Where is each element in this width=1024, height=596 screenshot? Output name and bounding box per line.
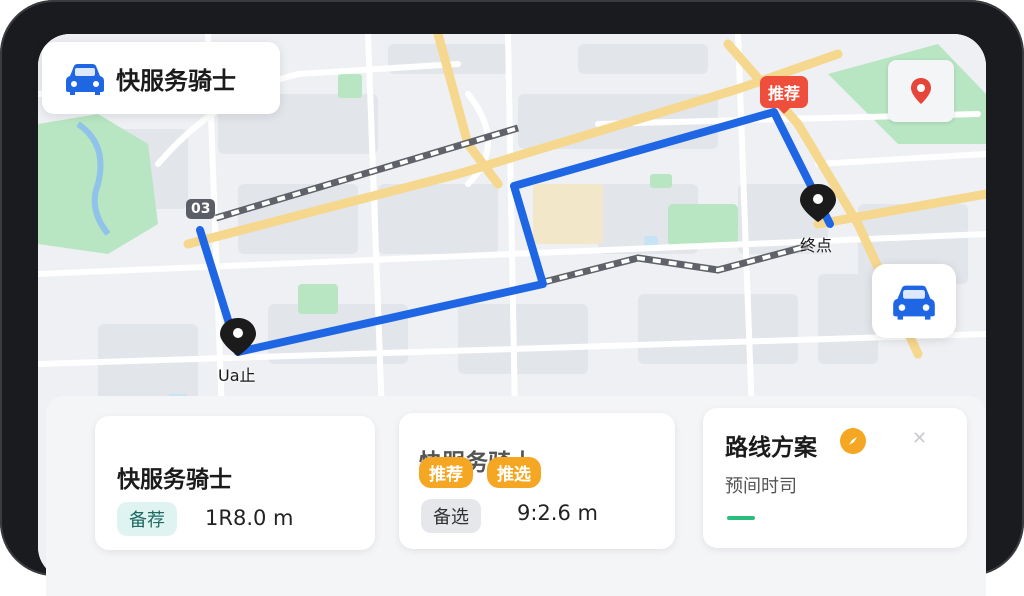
- locate-vehicle-button[interactable]: [872, 264, 956, 338]
- route-distance: 9:2.6 m: [517, 501, 598, 525]
- route-tag: 备荐: [117, 502, 177, 536]
- start-label: Ua止: [218, 366, 256, 385]
- phone-frame: 推荐 03 Ua止 终点 快服务骑士 快服务骑士 备荐 1R8.0 m 快服务骑…: [0, 0, 1024, 596]
- badge-alternate: 推选: [487, 457, 541, 488]
- car-icon: [66, 64, 104, 95]
- end-label: 终点: [800, 236, 833, 255]
- route-badge-recommended: 推荐: [760, 76, 809, 114]
- start-tag: 03: [186, 199, 216, 219]
- route-card-2[interactable]: 快服务骑士 推荐 推选 备选 9:2.6 m: [399, 413, 675, 549]
- compass-icon: [840, 428, 866, 454]
- badge-recommended: 推荐: [419, 457, 473, 488]
- close-icon[interactable]: ✕: [912, 428, 927, 449]
- card-title: 快服务骑士: [117, 467, 232, 493]
- location-button[interactable]: [888, 60, 954, 122]
- location-pin-icon: [911, 78, 931, 104]
- route-plan-card[interactable]: 路线方案 预间时司: [703, 408, 967, 548]
- app-title: 快服务骑士: [116, 66, 236, 95]
- card-title: 路线方案: [725, 435, 817, 461]
- progress-indicator: [727, 516, 755, 520]
- route-card-1[interactable]: 快服务骑士 备荐 1R8.0 m: [95, 416, 375, 550]
- route-tag: 备选: [421, 499, 481, 533]
- card-subtitle: 预间时司: [725, 476, 797, 497]
- route-distance: 1R8.0 m: [205, 506, 294, 530]
- app-header-card: 快服务骑士: [42, 42, 280, 114]
- car-icon: [893, 285, 935, 320]
